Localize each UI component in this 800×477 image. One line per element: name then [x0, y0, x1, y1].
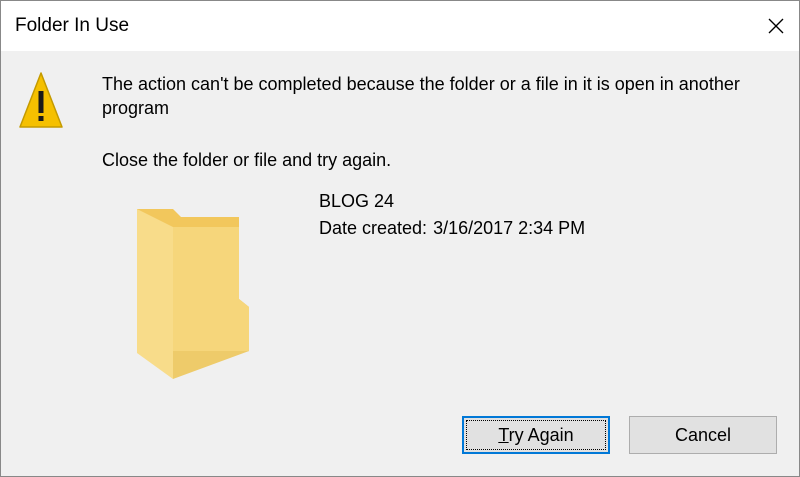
cancel-button[interactable]: Cancel — [629, 416, 777, 454]
close-button[interactable] — [753, 1, 799, 51]
window-title: Folder In Use — [15, 15, 130, 36]
item-name: BLOG 24 — [319, 191, 395, 211]
close-icon — [768, 18, 784, 34]
folder-icon — [137, 209, 249, 379]
cancel-label: Cancel — [674, 424, 732, 445]
try-again-button[interactable]: Try Again — [462, 416, 610, 454]
item-date: Date created: 3/16/2017 2:34 PM — [319, 216, 585, 240]
folder-in-use-dialog: Folder In Use The action can't be comple… — [0, 0, 800, 477]
date-created-label: Date created: — [319, 218, 428, 238]
try-again-label: Try Again — [498, 424, 574, 445]
warning-icon — [19, 72, 63, 128]
title-bar[interactable]: Folder In Use — [1, 1, 799, 51]
date-created-value: 3/16/2017 2:34 PM — [433, 218, 586, 238]
error-message: The action can't be completed because th… — [102, 74, 740, 118]
instruction-text: Close the folder or file and try again. — [102, 150, 392, 170]
